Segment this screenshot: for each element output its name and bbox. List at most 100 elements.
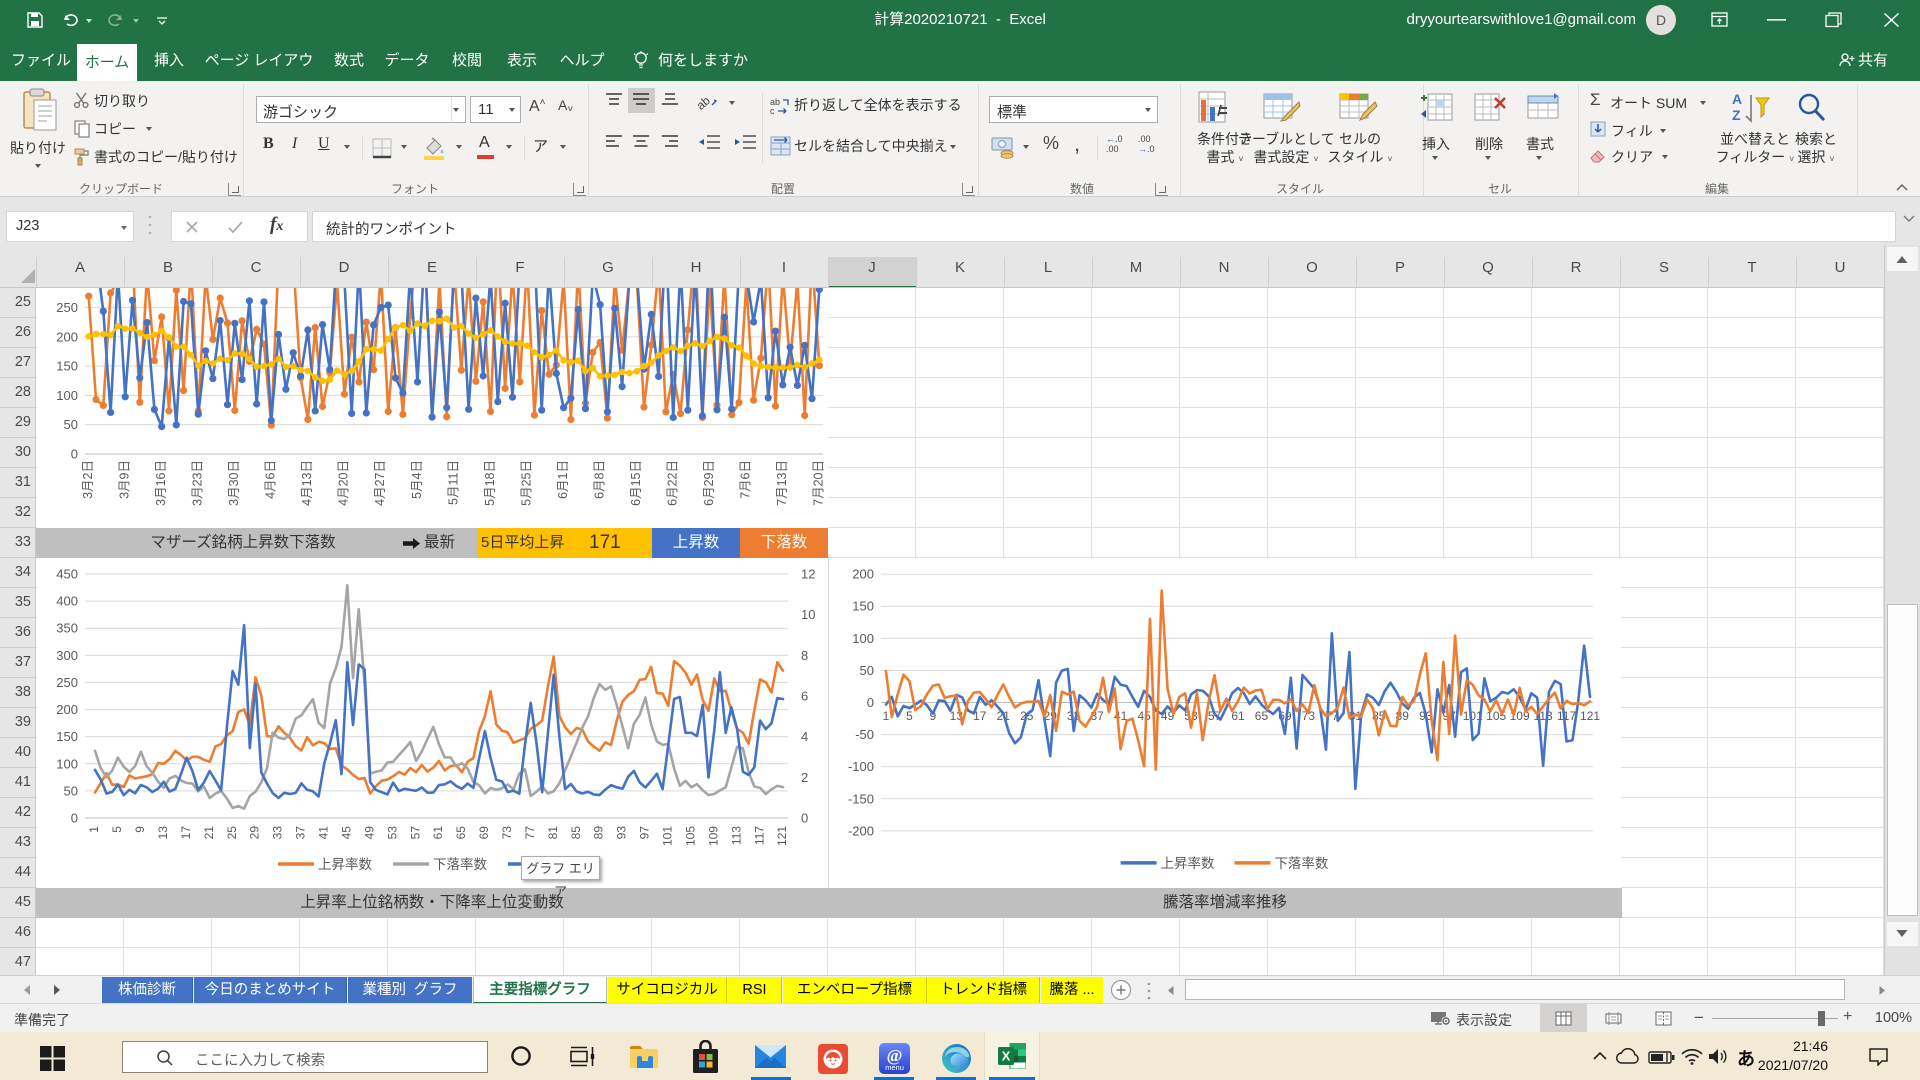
svg-text:45: 45 bbox=[1137, 709, 1151, 723]
svg-text:3月9日: 3月9日 bbox=[117, 460, 131, 499]
svg-text:ab: ab bbox=[698, 93, 713, 111]
svg-text:150: 150 bbox=[56, 729, 78, 744]
svg-text:6月15日: 6月15日 bbox=[629, 460, 643, 506]
svg-text:0: 0 bbox=[71, 447, 78, 462]
svg-text:65: 65 bbox=[1255, 709, 1269, 723]
svg-text:150: 150 bbox=[852, 599, 874, 614]
svg-text:250: 250 bbox=[56, 675, 78, 690]
svg-text:85: 85 bbox=[569, 826, 583, 840]
svg-text:101: 101 bbox=[660, 826, 674, 846]
svg-text:5月11日: 5月11日 bbox=[446, 460, 460, 505]
svg-text:6月8日: 6月8日 bbox=[592, 460, 606, 499]
svg-text:3月30日: 3月30日 bbox=[227, 460, 241, 506]
svg-text:X: X bbox=[1002, 1049, 1011, 1064]
svg-text:0: 0 bbox=[867, 695, 874, 710]
svg-text:下落率数: 下落率数 bbox=[433, 856, 487, 872]
svg-text:4月27日: 4月27日 bbox=[373, 460, 387, 506]
svg-text:9: 9 bbox=[133, 826, 147, 833]
svg-text:5: 5 bbox=[110, 826, 124, 833]
svg-text:53: 53 bbox=[385, 826, 399, 840]
svg-text:7月13日: 7月13日 bbox=[775, 460, 789, 506]
svg-text:4月13日: 4月13日 bbox=[300, 460, 314, 506]
svg-text:33: 33 bbox=[271, 826, 285, 840]
svg-text:5月25日: 5月25日 bbox=[519, 460, 533, 506]
svg-text:45: 45 bbox=[339, 826, 353, 840]
svg-text:113: 113 bbox=[729, 826, 743, 845]
svg-text:5: 5 bbox=[906, 709, 913, 723]
svg-text:2: 2 bbox=[801, 770, 808, 785]
svg-text:-150: -150 bbox=[848, 791, 874, 806]
svg-text:0: 0 bbox=[71, 811, 78, 826]
svg-text:4: 4 bbox=[801, 729, 808, 744]
svg-text:400: 400 bbox=[56, 594, 78, 609]
svg-text:1: 1 bbox=[883, 709, 890, 723]
svg-text:113: 113 bbox=[1534, 709, 1553, 723]
svg-text:77: 77 bbox=[523, 826, 537, 840]
svg-text:109: 109 bbox=[706, 826, 720, 846]
svg-text:200: 200 bbox=[852, 567, 874, 582]
svg-text:-200: -200 bbox=[848, 823, 874, 838]
svg-text:6月1日: 6月1日 bbox=[556, 460, 570, 499]
svg-text:65: 65 bbox=[454, 826, 468, 840]
svg-text:50: 50 bbox=[64, 783, 78, 798]
svg-text:上昇率数: 上昇率数 bbox=[318, 856, 372, 872]
svg-text:0: 0 bbox=[801, 811, 808, 826]
svg-text:4月6日: 4月6日 bbox=[264, 460, 278, 499]
svg-text:17: 17 bbox=[179, 826, 193, 840]
svg-text:6月22日: 6月22日 bbox=[665, 460, 679, 506]
svg-text:300: 300 bbox=[56, 648, 78, 663]
svg-text:250: 250 bbox=[56, 300, 78, 315]
svg-text:6月29日: 6月29日 bbox=[702, 460, 716, 506]
svg-text:100: 100 bbox=[56, 388, 78, 403]
svg-text:69: 69 bbox=[477, 826, 491, 840]
svg-text:81: 81 bbox=[546, 826, 560, 840]
svg-text:89: 89 bbox=[592, 826, 606, 840]
svg-text:25: 25 bbox=[225, 826, 239, 840]
svg-text:150: 150 bbox=[56, 359, 78, 374]
svg-text:8: 8 bbox=[801, 648, 808, 663]
svg-text:100: 100 bbox=[852, 631, 874, 646]
svg-text:5月18日: 5月18日 bbox=[483, 460, 497, 506]
svg-text:5月4日: 5月4日 bbox=[410, 460, 424, 499]
svg-text:200: 200 bbox=[56, 702, 78, 717]
svg-text:105: 105 bbox=[683, 826, 697, 846]
svg-text:3月16日: 3月16日 bbox=[154, 460, 168, 506]
svg-text:121: 121 bbox=[1580, 709, 1600, 723]
svg-text:Z: Z bbox=[1732, 107, 1741, 123]
svg-text:6: 6 bbox=[801, 689, 808, 704]
svg-text:450: 450 bbox=[56, 567, 78, 582]
svg-text:100: 100 bbox=[56, 756, 78, 771]
svg-text:21: 21 bbox=[202, 826, 216, 840]
svg-text:menu: menu bbox=[885, 1063, 904, 1072]
svg-text:57: 57 bbox=[408, 826, 422, 840]
svg-text:7月6日: 7月6日 bbox=[739, 460, 753, 499]
svg-text:41: 41 bbox=[316, 826, 330, 840]
svg-text:3月2日: 3月2日 bbox=[81, 460, 95, 499]
svg-text:13: 13 bbox=[156, 826, 170, 840]
svg-text:12: 12 bbox=[801, 567, 815, 582]
svg-text:1: 1 bbox=[87, 826, 101, 833]
svg-text:7月20日: 7月20日 bbox=[812, 460, 826, 506]
svg-text:-50: -50 bbox=[855, 727, 874, 742]
svg-text:3月23日: 3月23日 bbox=[191, 460, 205, 506]
svg-text:117: 117 bbox=[752, 826, 766, 845]
svg-text:350: 350 bbox=[56, 621, 78, 636]
svg-text:121: 121 bbox=[775, 826, 789, 846]
svg-text:50: 50 bbox=[860, 663, 874, 678]
svg-text:下落率数: 下落率数 bbox=[1274, 855, 1328, 871]
svg-text:10: 10 bbox=[801, 607, 815, 622]
svg-text:37: 37 bbox=[294, 826, 308, 840]
svg-text:97: 97 bbox=[638, 826, 652, 840]
svg-text:117: 117 bbox=[1557, 709, 1576, 723]
svg-text:c: c bbox=[770, 106, 775, 116]
svg-text:29: 29 bbox=[248, 826, 262, 840]
svg-text:61: 61 bbox=[431, 826, 445, 840]
svg-text:73: 73 bbox=[500, 826, 514, 840]
svg-text:200: 200 bbox=[56, 329, 78, 344]
svg-text:49: 49 bbox=[362, 826, 376, 840]
svg-text:50: 50 bbox=[64, 417, 78, 432]
svg-text:A: A bbox=[1732, 91, 1742, 107]
svg-text:上昇率数: 上昇率数 bbox=[1161, 855, 1215, 871]
svg-text:-100: -100 bbox=[848, 759, 874, 774]
svg-text:93: 93 bbox=[615, 826, 629, 840]
